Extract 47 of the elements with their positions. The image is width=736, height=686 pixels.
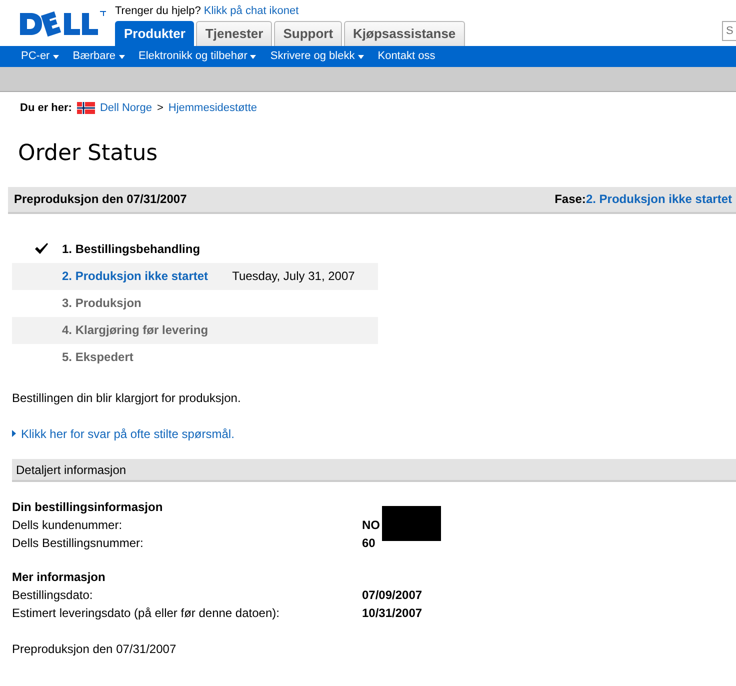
faq-link[interactable]: Klikk her for svar på ofte stilte spørsmål. <box>21 424 234 443</box>
caret-icon <box>118 54 125 58</box>
field-label: Dells kundenummer: <box>12 516 124 534</box>
nav-tab[interactable]: Produkter <box>115 21 194 46</box>
step-label: 2. Produksjon ikke startet <box>62 268 208 286</box>
search-field[interactable]: S <box>722 21 736 41</box>
nav-menu-item[interactable]: Skrivere og blekk <box>263 48 371 65</box>
caret-icon <box>52 54 59 58</box>
field-value: 60 <box>362 536 376 550</box>
step-label: 1. Bestillingsbehandling <box>62 241 200 258</box>
nav-tab[interactable]: Kjøpsassistanse <box>344 21 465 46</box>
caret-icon <box>250 54 256 58</box>
nav-tab[interactable]: Tjenester <box>196 21 272 46</box>
group-title: Din bestillingsinformasjon <box>12 498 164 516</box>
breadcrumb-label: Du er her: <box>20 101 72 116</box>
breadcrumb-link[interactable]: Dell Norge <box>100 100 152 116</box>
nav-menu-item[interactable]: Bærbare <box>66 48 132 65</box>
phase-label: Fase: <box>554 192 586 206</box>
step-label: 4. Klargjøring før levering <box>62 322 208 340</box>
step-label: 3. Produksjon <box>62 295 142 312</box>
field-value: NO <box>362 518 380 532</box>
group-title: Mer informasjon <box>12 568 106 586</box>
phase-link[interactable]: 2. Produksjon ikke startet <box>586 192 732 206</box>
nav-tab[interactable]: Support <box>274 21 342 46</box>
flag-icon <box>76 102 95 114</box>
field-value: 07/09/2007 <box>362 588 422 602</box>
nav-menu-item[interactable]: Elektronikk og tilbehør <box>132 48 264 65</box>
field-label: Bestillingsdato: <box>12 586 94 604</box>
status-message: Bestillingen din blir klargjort for produksjon. <box>12 390 242 407</box>
triangle-icon <box>12 430 16 438</box>
nav-menu-item[interactable]: PC-er <box>14 48 66 65</box>
field-value: 10/31/2007 <box>362 606 422 620</box>
footer-text: Preproduksjon den 07/31/2007 <box>12 640 178 658</box>
field-label: Dells Bestillingsnummer: <box>12 534 144 552</box>
nav-menu-item[interactable]: Kontakt oss <box>370 48 442 65</box>
section-header: Detaljert informasjon <box>12 458 736 482</box>
step-label: 5. Ekspedert <box>62 349 134 366</box>
chat-link[interactable]: Klikk på chat ikonet <box>204 5 299 17</box>
field-label: Estimert leveringsdato (på eller før denne datoen): <box>12 604 280 622</box>
breadcrumb-separator: > <box>156 101 164 116</box>
caret-icon <box>358 54 364 58</box>
step-date: Tuesday, July 31, 2007 <box>232 268 355 286</box>
logo-icon[interactable] <box>20 9 106 39</box>
page-title: Order Status <box>18 140 159 167</box>
help-text: Trenger du hjelp? <box>115 5 201 17</box>
breadcrumb-link[interactable]: Hjemmesidestøtte <box>168 100 258 116</box>
status-text: Preproduksjon den 07/31/2007 <box>14 191 187 208</box>
